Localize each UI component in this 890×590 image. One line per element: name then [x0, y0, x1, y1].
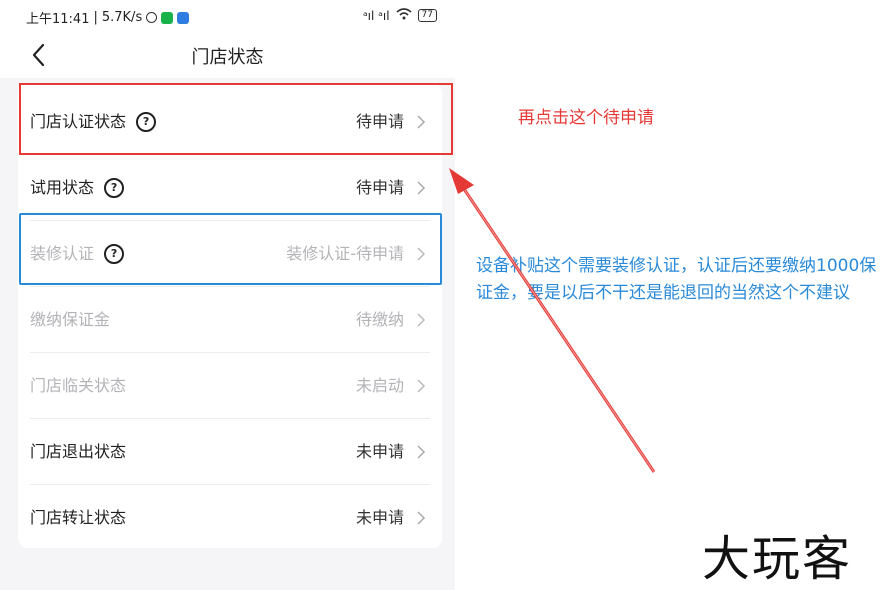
- row-value: 未申请: [355, 442, 404, 461]
- status-right: ᵃıl ᵃıl 77: [363, 8, 437, 23]
- row-label: 试用状态: [30, 178, 95, 197]
- chevron-right-icon: [417, 511, 426, 525]
- question-icon[interactable]: ?: [104, 178, 125, 198]
- row-deposit[interactable]: 缴纳保证金 待缴纳: [18, 287, 442, 353]
- blue-highlight-box: [19, 213, 442, 285]
- nav-bar: 门店状态: [0, 34, 455, 78]
- battery-icon: 77: [417, 9, 437, 22]
- row-label: 缴纳保证金: [30, 310, 111, 329]
- row-value: 未申请: [355, 508, 404, 527]
- chevron-right-icon: [417, 181, 426, 195]
- red-highlight-box: [19, 83, 453, 155]
- row-label: 门店转让状态: [30, 508, 127, 527]
- row-trial-status[interactable]: 试用状态? 待申请: [18, 155, 442, 221]
- page-title: 门店状态: [191, 47, 264, 68]
- row-label: 门店退出状态: [30, 442, 127, 461]
- watermark-text: 大玩客: [702, 531, 853, 587]
- status-bar: 上午11:41 | 5.7K/s ᵃıl ᵃıl 77: [0, 0, 455, 34]
- status-time: 上午11:41: [26, 12, 90, 27]
- row-label: 门店临关状态: [30, 376, 127, 395]
- row-value: 待申请: [355, 178, 404, 197]
- signal-icon: ᵃıl ᵃıl: [362, 8, 390, 23]
- row-transfer-status[interactable]: 门店转让状态 未申请: [18, 485, 442, 551]
- red-annotation: 再点击这个待申请: [518, 108, 654, 128]
- wifi-icon: [396, 8, 412, 23]
- app-icon: [177, 11, 190, 24]
- status-left: 上午11:41 | 5.7K/s: [26, 8, 190, 27]
- row-exit-status[interactable]: 门店退出状态 未申请: [18, 419, 442, 485]
- row-temporary-close[interactable]: 门店临关状态 未启动: [18, 353, 442, 419]
- row-value: 未启动: [355, 376, 404, 395]
- chevron-right-icon: [417, 313, 426, 327]
- alarm-icon: [146, 12, 158, 23]
- blue-annotation: 设备补贴这个需要装修认证，认证后还要缴纳1000保证金，要是以后不干还是能退回的…: [476, 256, 877, 303]
- chevron-right-icon: [417, 445, 426, 459]
- row-value: 待缴纳: [355, 310, 404, 329]
- wechat-icon: [161, 11, 174, 24]
- chevron-right-icon: [417, 379, 426, 393]
- network-speed: 5.7K/s: [101, 10, 143, 25]
